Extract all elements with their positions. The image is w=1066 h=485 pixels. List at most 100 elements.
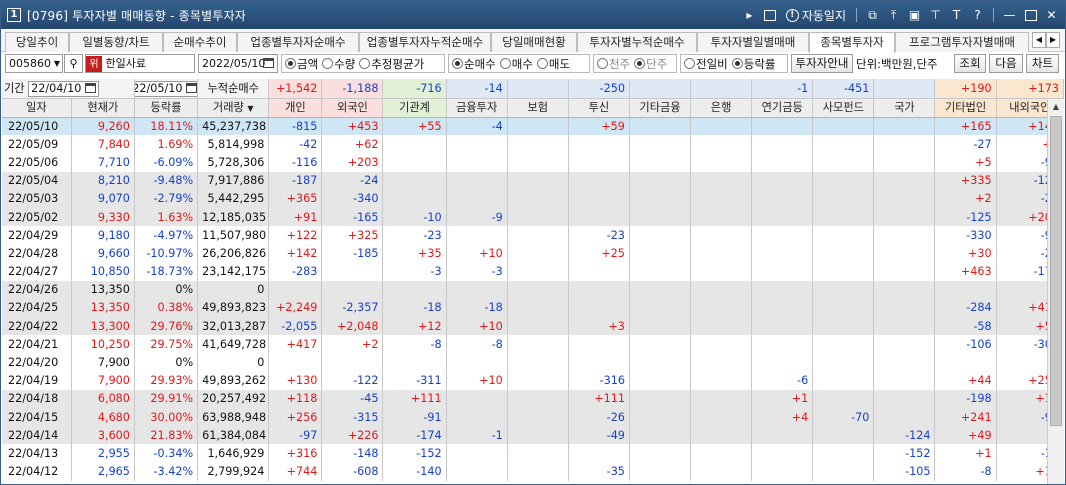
sort-down-icon[interactable]: ▼ xyxy=(247,104,253,113)
table-cell: 22/04/25 xyxy=(2,298,72,318)
table-cell xyxy=(568,280,630,299)
maximize-icon[interactable] xyxy=(1021,6,1040,25)
auto-journal-button[interactable]: ! 자동일지 xyxy=(785,7,846,24)
upload-icon[interactable]: ⤒ xyxy=(884,6,903,25)
col-other-corp[interactable]: 기타법인 xyxy=(934,98,997,118)
stock-code-input[interactable]: 005860 ▼ xyxy=(5,54,63,73)
radio-buy[interactable]: 매수 xyxy=(499,56,533,72)
tab-daily-chart[interactable]: 일별동향/차트 xyxy=(69,32,163,52)
table-row[interactable]: 22/04/12 2,965 -3.42% 2,799,924 +744 -608 -140… xyxy=(2,462,1065,481)
tab-investor-daily[interactable]: 투자자별일별매매 xyxy=(697,32,809,52)
col-financial[interactable]: 금융투자 xyxy=(446,98,508,118)
table-row[interactable]: 22/04/19 7,900 29.93% 49,893,262 +130 -122 -31… xyxy=(2,371,1065,390)
table-row[interactable]: 22/04/26 13,350 0% 0 xyxy=(2,280,1065,299)
table-row[interactable]: 22/04/21 10,250 29.75% 41,649,728 +417 +2 -8 -8… xyxy=(2,335,1065,354)
table-row[interactable]: 22/04/18 6,080 29.91% 20,257,492 +118 -45 +111… xyxy=(2,389,1065,408)
table-row[interactable]: 22/04/25 13,350 0.38% 49,893,823 +2,249 -2,35… xyxy=(2,298,1065,318)
period-from-input[interactable]: 22/04/10 xyxy=(28,80,99,97)
pin-icon[interactable]: ⊤ xyxy=(926,6,945,25)
scroll-up-icon[interactable]: ▲ xyxy=(1048,99,1064,115)
link-arrow-icon[interactable]: ▸ xyxy=(740,6,759,25)
period-to-input[interactable]: ~22/05/10 xyxy=(134,80,197,97)
tab-stock-investor[interactable]: 종목별투자자 xyxy=(809,32,895,53)
close-icon[interactable]: ✕ xyxy=(1042,6,1061,25)
col-institution[interactable]: 기관계 xyxy=(382,98,447,118)
font-size-icon[interactable]: T xyxy=(947,6,966,25)
table-row[interactable]: 22/05/097,8401.69%5,814,998-42+62-27+7 xyxy=(2,135,1065,154)
tab-program-investor[interactable]: 프로그램투자자별매매 xyxy=(895,32,1029,52)
tab-net-buy-trend[interactable]: 순매수추이 xyxy=(163,32,237,52)
table-row[interactable]: 22/04/22 13,300 29.76% 32,013,287 -2,055 +2,0… xyxy=(2,317,1065,336)
table-row[interactable]: 22/04/20 7,900 0% 0 xyxy=(2,353,1065,372)
table-row[interactable]: 22/04/15 4,680 30.00% 63,988,948 +256 -315 -91… xyxy=(2,408,1065,427)
table-row[interactable]: 22/05/048,210-9.48%7,917,886-187-24+335-… xyxy=(2,171,1065,190)
table-row[interactable]: 22/05/02 9,330 1.63% 12,185,035 +91 -165 -10 -9… xyxy=(2,207,1065,227)
table-cell xyxy=(629,353,692,372)
vertical-scrollbar[interactable]: ▲ xyxy=(1047,99,1064,484)
table-row[interactable]: 22/04/27 10,850 -18.73% 23,142,175 -283 -3 -3 +… xyxy=(2,262,1065,281)
col-nation[interactable]: 국가 xyxy=(873,98,936,118)
col-volume[interactable]: 거래량 ▼ xyxy=(197,98,270,118)
chevron-down-icon[interactable]: ▼ xyxy=(54,55,60,72)
control-bar: 005860 ▼ ⚲ 위 한일사료 2022/05/10 금액 수량 추정평균가 … xyxy=(1,53,1065,75)
screen-icon[interactable] xyxy=(761,6,780,25)
col-trust[interactable]: 투신 xyxy=(568,98,630,118)
help-icon[interactable]: ? xyxy=(968,6,987,25)
radio-change-rate[interactable]: 등락률 xyxy=(731,56,776,72)
scroll-thumb[interactable] xyxy=(1050,116,1062,426)
calendar-icon[interactable] xyxy=(84,82,96,93)
chart-button[interactable]: 차트 xyxy=(1026,54,1059,73)
calendar-icon[interactable] xyxy=(186,82,197,93)
table-cell: +2,249 xyxy=(268,298,323,318)
table-cell xyxy=(751,353,814,372)
capture-icon[interactable]: ▣ xyxy=(905,6,924,25)
next-button[interactable]: 다음 xyxy=(989,54,1023,73)
sum-other-corp: +190 xyxy=(934,79,997,99)
table-row[interactable]: 22/05/10 9,260 18.11% 45,237,738 -815 +453 +55… xyxy=(2,117,1065,136)
table-row[interactable]: 22/05/067,710-6.09%5,728,306-116+203+5-9… xyxy=(2,153,1065,172)
radio-net-buy[interactable]: 순매수 xyxy=(452,56,496,72)
tab-next-icon[interactable]: ▶ xyxy=(1046,32,1060,48)
search-button[interactable]: 조회 xyxy=(954,54,986,73)
col-bank[interactable]: 은행 xyxy=(690,98,753,118)
investor-guide-button[interactable]: 투자자안내 xyxy=(791,54,853,73)
radio-amount[interactable]: 금액 xyxy=(285,56,318,72)
tab-sector-investor-net[interactable]: 업종별투자자순매수 xyxy=(237,32,359,52)
col-change[interactable]: 등락률 xyxy=(134,98,199,118)
table-cell: 23,142,175 xyxy=(197,262,270,281)
date-input[interactable]: 2022/05/10 xyxy=(198,54,278,73)
tab-intraday[interactable]: 당일추이 xyxy=(5,32,69,52)
tab-investor-cum-net[interactable]: 투자자별누적순매수 xyxy=(577,32,697,52)
table-row[interactable]: 22/04/14 3,600 21.83% 61,384,084 -97 +226 -174… xyxy=(2,426,1065,445)
table-cell: 9,070 xyxy=(71,189,135,208)
link-window-icon[interactable]: ⧉ xyxy=(863,6,882,25)
col-insurance[interactable]: 보험 xyxy=(507,98,569,118)
table-cell: 3,600 xyxy=(71,426,135,445)
col-price[interactable]: 현재가 xyxy=(71,98,135,118)
table-cell: +463 xyxy=(934,262,997,281)
tab-today-trades[interactable]: 당일매매현황 xyxy=(491,32,577,52)
col-foreign[interactable]: 외국인 xyxy=(321,98,384,118)
tab-sector-investor-cum[interactable]: 업종별투자자누적순매수 xyxy=(359,32,491,52)
radio-avg-price[interactable]: 추정평균가 xyxy=(359,56,424,72)
table-cell xyxy=(812,189,875,208)
table-cell xyxy=(812,135,875,154)
radio-quantity[interactable]: 수량 xyxy=(322,56,355,72)
radio-thousand-shares[interactable]: 천주 xyxy=(597,56,630,72)
tab-prev-icon[interactable]: ◀ xyxy=(1032,32,1046,48)
radio-single-shares[interactable]: 단주 xyxy=(634,56,667,72)
col-individual[interactable]: 개인 xyxy=(268,98,323,118)
table-row[interactable]: 22/04/28 9,660 -10.97% 26,206,826 +142 -185 +3… xyxy=(2,244,1065,263)
minimize-icon[interactable]: — xyxy=(1000,6,1019,25)
radio-sell[interactable]: 매도 xyxy=(536,56,570,72)
col-date[interactable]: 일자 xyxy=(2,98,72,118)
table-row[interactable]: 22/04/29 9,180 -4.97% 11,507,980 +122 +325 -23… xyxy=(2,226,1065,245)
calendar-icon[interactable] xyxy=(263,58,274,68)
table-row[interactable]: 22/04/13 2,955 -0.34% 1,646,929 +316 -148 -152… xyxy=(2,444,1065,463)
col-private-fund[interactable]: 사모펀드 xyxy=(812,98,875,118)
col-pension[interactable]: 연기금등 xyxy=(751,98,814,118)
search-icon[interactable]: ⚲ xyxy=(64,54,83,73)
table-row[interactable]: 22/05/039,070-2.79%5,442,295+365-340+2-2… xyxy=(2,189,1065,208)
col-other-finance[interactable]: 기타금융 xyxy=(629,98,692,118)
radio-prev-day[interactable]: 전일비 xyxy=(684,56,728,72)
